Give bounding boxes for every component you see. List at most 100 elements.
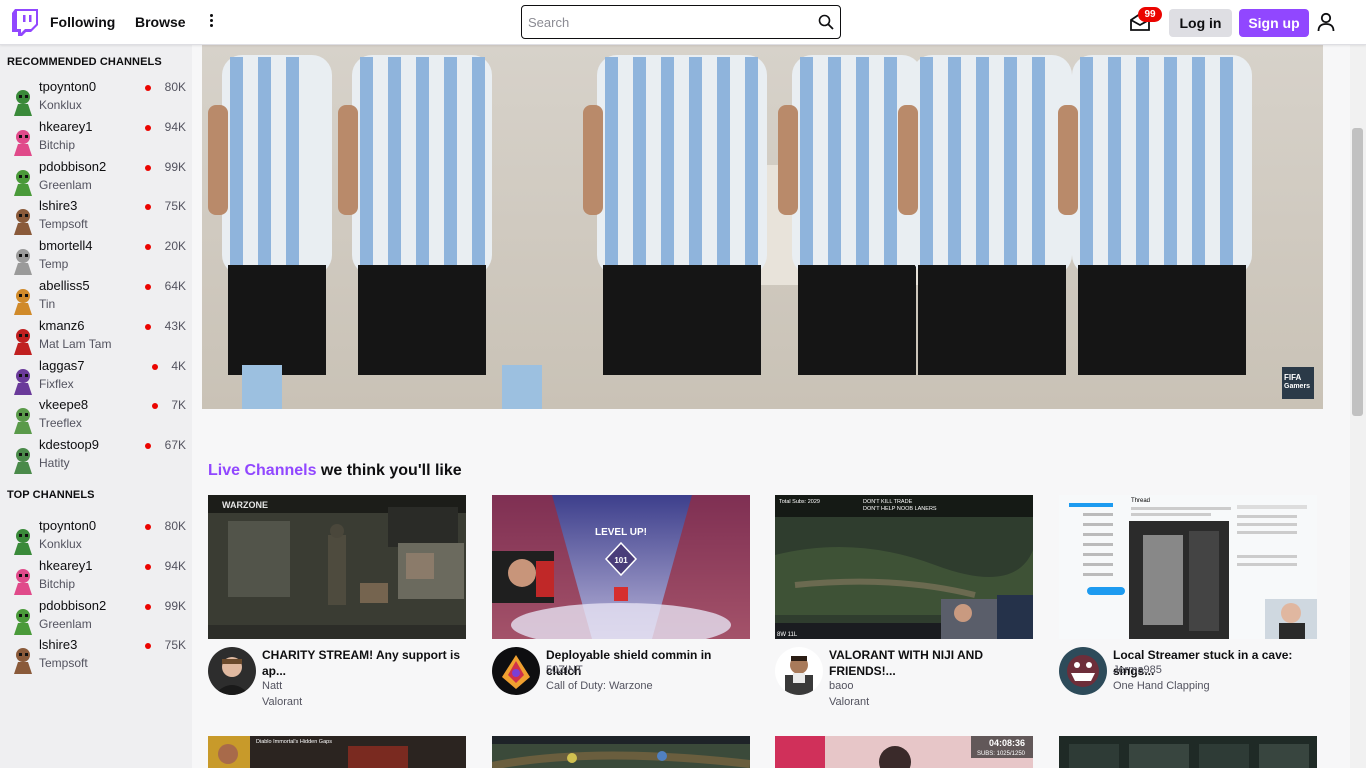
fifa-gamers-logo: FIFA Gamers <box>1282 367 1314 399</box>
scrollbar-thumb[interactable] <box>1352 128 1363 416</box>
viewer-count: 20K <box>164 239 186 254</box>
channel-name[interactable]: 50ZINT <box>546 664 583 676</box>
sidebar-channel-item[interactable]: hkearey1 Bitchip 94K <box>0 558 192 598</box>
stream-thumbnail[interactable] <box>1059 736 1317 768</box>
search-input[interactable] <box>528 12 808 32</box>
streamer-avatar[interactable] <box>208 647 256 695</box>
login-button[interactable]: Log in <box>1169 9 1232 37</box>
channel-avatar <box>14 448 32 475</box>
sidebar-channel-item[interactable]: lshire3 Tempsoft 75K <box>0 198 192 238</box>
viewer-count: 43K <box>164 318 186 333</box>
viewer-count: 99K <box>164 598 186 613</box>
svg-text:SUBS: 1025/1250: SUBS: 1025/1250 <box>977 751 1026 757</box>
stream-thumbnail[interactable]: WARZONE <box>208 495 466 639</box>
live-indicator-icon <box>145 85 151 91</box>
viewer-count: 75K <box>164 199 186 214</box>
sidebar-channel-item[interactable]: hkearey1 Bitchip 94K <box>0 119 192 159</box>
svg-text:04:08:36: 04:08:36 <box>989 738 1025 748</box>
live-indicator-icon <box>145 244 151 251</box>
category-name[interactable]: One Hand Clapping <box>1113 680 1210 692</box>
channel-avatar <box>14 328 32 355</box>
sidebar-channel-item[interactable]: bmortell4 Temp 20K <box>0 238 192 278</box>
live-indicator-icon <box>145 284 151 290</box>
more-menu-icon[interactable] <box>203 12 219 34</box>
stream-thumbnail[interactable]: Total Subs: 2029 DON'T KILL TRADE DON'T … <box>775 495 1033 639</box>
channel-game: Tempsoft <box>39 217 88 232</box>
streamer-avatar[interactable] <box>492 647 540 695</box>
sidebar-channel-item[interactable]: abelliss5 Tin 64K <box>0 278 192 318</box>
channel-name: tpoynton0 <box>39 518 97 533</box>
stream-title[interactable]: CHARITY STREAM! Any support is ap... <box>262 647 466 679</box>
live-indicator-icon <box>145 164 151 171</box>
category-name[interactable]: Valorant <box>829 696 869 708</box>
section-title-accent[interactable]: Live Channels <box>208 462 316 479</box>
browse-link[interactable]: Browse <box>135 14 186 30</box>
page-scrollbar[interactable] <box>1350 45 1366 768</box>
user-icon[interactable] <box>1317 12 1335 32</box>
sidebar-channel-item[interactable]: pdobbison2 Greenlam 99K <box>0 159 192 199</box>
channel-avatar <box>14 368 32 395</box>
stream-thumbnail[interactable]: Thread <box>1059 495 1317 639</box>
channel-name: abelliss5 <box>39 278 90 293</box>
streamer-avatar[interactable] <box>775 647 823 695</box>
player-figure <box>898 55 1072 375</box>
channel-name[interactable]: Jerma985 <box>1113 664 1162 676</box>
sidebar-channel-item[interactable]: vkeepe8 Treeflex 7K <box>0 397 192 437</box>
stream-thumbnail[interactable]: LEVEL UP! 101 <box>492 495 750 639</box>
sidebar-channel-item[interactable]: laggas7 Fixflex 4K <box>0 358 192 398</box>
svg-text:WARZONE: WARZONE <box>222 500 268 510</box>
notification-badge: 99 <box>1138 7 1162 22</box>
channel-avatar <box>14 129 32 156</box>
stream-title[interactable]: VALORANT WITH NIJI AND FRIENDS!... <box>829 647 1033 679</box>
channel-avatar <box>14 408 32 435</box>
sidebar-channel-item[interactable]: pdobbison2 Greenlam 99K <box>0 598 192 638</box>
sidebar-channel-item[interactable]: kdestoop9 Hatity 67K <box>0 437 192 477</box>
channel-name: pdobbison2 <box>39 158 107 174</box>
channel-game: Tin <box>39 297 56 311</box>
svg-text:Thread: Thread <box>1131 498 1150 504</box>
channel-name: lshire3 <box>39 637 78 653</box>
stream-thumbnail[interactable]: Diablo Immortal's Hidden Gaps <box>208 736 466 768</box>
channel-game: Temp <box>39 257 69 272</box>
channel-name[interactable]: Natt <box>262 680 282 692</box>
stream-thumbnail[interactable] <box>492 736 750 768</box>
channel-game: Greenlam <box>39 177 92 192</box>
channel-name[interactable]: baoo <box>829 680 853 692</box>
channel-avatar <box>14 249 32 276</box>
channel-name: kmanz6 <box>39 317 85 333</box>
sidebar-channel-item[interactable]: tpoynton0 Konklux 80K <box>0 518 192 558</box>
signup-button[interactable]: Sign up <box>1239 9 1309 37</box>
stream-thumbnail[interactable]: 04:08:36 SUBS: 1025/1250 <box>775 736 1033 768</box>
top-navigation: Following Browse 99 Log in Sign up <box>0 0 1366 45</box>
featured-stream-player[interactable]: FIFA Gamers <box>202 45 1323 409</box>
sidebar-channel-item[interactable]: tpoynton0 Konklux 80K <box>0 79 192 119</box>
channel-game: Tempsoft <box>39 656 88 671</box>
sidebar-channel-item[interactable]: kmanz6 Mat Lam Tam 43K <box>0 318 192 358</box>
channel-avatar <box>14 608 32 635</box>
search-icon[interactable] <box>818 14 834 30</box>
channel-name: tpoynton0 <box>39 79 97 94</box>
following-link[interactable]: Following <box>50 14 115 30</box>
channel-game: Hatity <box>39 456 70 471</box>
channel-game: Greenlam <box>39 616 92 631</box>
player-figure <box>583 55 767 375</box>
viewer-count: 99K <box>164 159 186 174</box>
twitch-logo-icon[interactable] <box>12 9 38 36</box>
channel-avatar <box>14 209 32 236</box>
category-name[interactable]: Valorant <box>262 696 302 708</box>
channel-avatar <box>14 169 32 196</box>
viewer-count: 94K <box>164 558 186 573</box>
svg-text:DON'T HELP NOOB LANERS: DON'T HELP NOOB LANERS <box>863 506 937 512</box>
live-indicator-icon <box>152 363 158 370</box>
streamer-avatar[interactable] <box>1059 647 1107 695</box>
category-name[interactable]: Call of Duty: Warzone <box>546 680 653 692</box>
svg-text:8W 11L: 8W 11L <box>777 632 798 638</box>
viewer-count: 80K <box>164 80 186 94</box>
svg-text:DON'T KILL TRADE: DON'T KILL TRADE <box>863 499 913 505</box>
channel-avatar <box>14 568 32 595</box>
sidebar-channel-item[interactable]: lshire3 Tempsoft 75K <box>0 637 192 677</box>
player-figure <box>778 55 922 375</box>
viewer-count: 80K <box>164 519 186 533</box>
channel-name: hkearey1 <box>39 557 93 573</box>
player-figure <box>338 55 492 375</box>
